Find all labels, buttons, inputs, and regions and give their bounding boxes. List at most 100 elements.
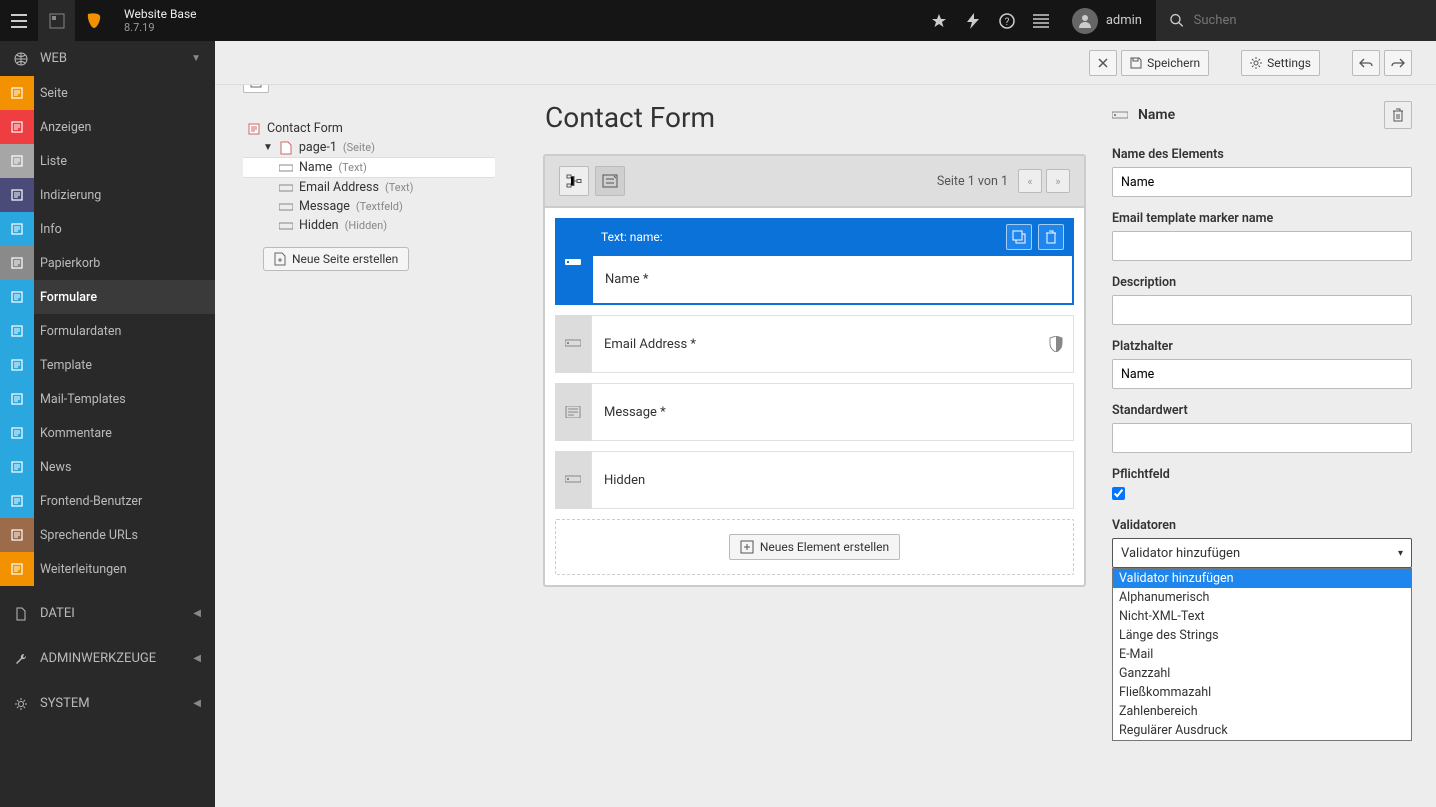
svg-text:?: ?: [1004, 17, 1009, 28]
validator-option[interactable]: Zahlenbereich: [1113, 702, 1411, 721]
tree-item-label: Hidden: [299, 218, 339, 233]
sidebar-item[interactable]: Mail-Templates: [0, 382, 215, 416]
module-icon: [0, 110, 34, 144]
pager-prev-button[interactable]: «: [1018, 169, 1042, 193]
tree-item[interactable]: Email Address (Text): [243, 178, 495, 197]
sidebar: WEB ▼ Seite AnzeigenListeIndizierungInfoP…: [0, 41, 215, 807]
form-element[interactable]: Hidden: [555, 451, 1074, 509]
pager-next-button[interactable]: »: [1046, 169, 1070, 193]
section-label: SYSTEM: [40, 696, 90, 711]
undo-icon: [1359, 58, 1373, 68]
insert-icon: [1012, 230, 1026, 244]
sidebar-item[interactable]: Anzeigen: [0, 110, 215, 144]
sidebar-section-web[interactable]: WEB ▼: [0, 41, 215, 76]
tree-item[interactable]: Name (Text): [243, 157, 495, 178]
validator-option[interactable]: Validator hinzufügen: [1113, 569, 1411, 588]
sidebar-section-system[interactable]: SYSTEM ◀: [0, 686, 215, 721]
validator-select[interactable]: Validator hinzufügen ▾ Validator hinzufü…: [1112, 538, 1412, 568]
chevron-left-icon: «: [1027, 175, 1032, 188]
drag-handle[interactable]: [555, 218, 591, 305]
validator-option[interactable]: Ganzzahl: [1113, 664, 1411, 683]
sidebar-item-label: Mail-Templates: [34, 392, 126, 407]
sidebar-item[interactable]: Kommentare: [0, 416, 215, 450]
tree-item-type: (Text): [385, 181, 414, 194]
search-box[interactable]: [1156, 0, 1436, 41]
cache-button[interactable]: [956, 0, 990, 41]
drag-handle[interactable]: [555, 383, 591, 441]
validator-option[interactable]: Fließkommazahl: [1113, 683, 1411, 702]
validator-option[interactable]: Länge des Strings: [1113, 626, 1411, 645]
new-after-button[interactable]: [1006, 224, 1032, 250]
form-element[interactable]: Email Address *: [555, 315, 1074, 373]
form-element[interactable]: Message *: [555, 383, 1074, 441]
placeholder-input[interactable]: [1112, 359, 1412, 389]
delete-element-button[interactable]: [1038, 224, 1064, 250]
app-button[interactable]: [1024, 0, 1058, 41]
user-menu[interactable]: admin: [1058, 8, 1156, 34]
default-input[interactable]: [1112, 423, 1412, 453]
validator-option[interactable]: Regulärer Ausdruck: [1113, 721, 1411, 740]
element-name-input[interactable]: [1112, 167, 1412, 197]
marker-input[interactable]: [1112, 231, 1412, 261]
search-input[interactable]: [1194, 13, 1422, 28]
user-label: admin: [1106, 13, 1142, 28]
tree-item[interactable]: Hidden (Hidden): [243, 216, 495, 235]
new-page-button[interactable]: Neue Seite erstellen: [263, 247, 409, 271]
sidebar-item[interactable]: News: [0, 450, 215, 484]
close-icon: [1098, 58, 1108, 68]
tree-page-label: page-1: [299, 140, 337, 155]
menu-toggle-button[interactable]: [0, 0, 38, 41]
text-field-icon: [1112, 110, 1128, 120]
brand-logo[interactable]: [75, 0, 112, 41]
element-name-label: Name des Elements: [1112, 147, 1412, 162]
form-element-selected[interactable]: Text: name:: [555, 218, 1074, 305]
inspector-delete-button[interactable]: [1384, 101, 1412, 129]
list-icon: [1033, 14, 1049, 28]
description-input[interactable]: [1112, 295, 1412, 325]
validator-option[interactable]: Alphanumerisch: [1113, 588, 1411, 607]
collapse-icon[interactable]: ▼: [263, 142, 273, 153]
tree-pane: Contact Form ▼ page-1 (Seite) Name (Text…: [215, 41, 495, 807]
stage-header: Seite 1 von 1 « »: [543, 154, 1086, 208]
save-button[interactable]: Speichern: [1121, 50, 1209, 76]
sidebar-item[interactable]: Frontend-Benutzer: [0, 484, 215, 518]
drag-handle[interactable]: [555, 451, 591, 509]
validator-option[interactable]: E-Mail: [1113, 645, 1411, 664]
new-element-button[interactable]: Neues Element erstellen: [729, 534, 900, 560]
sidebar-item[interactable]: Template: [0, 348, 215, 382]
validator-option[interactable]: Nicht-XML-Text: [1113, 607, 1411, 626]
toolbar: Speichern Settings: [215, 41, 1436, 85]
redo-button[interactable]: [1384, 50, 1412, 76]
required-checkbox[interactable]: [1112, 487, 1125, 500]
settings-button[interactable]: Settings: [1241, 50, 1320, 76]
bookmarks-button[interactable]: [922, 0, 956, 41]
sidebar-item-label: Seite: [34, 86, 68, 101]
tree-item[interactable]: Message (Textfeld): [243, 197, 495, 216]
sidebar-item[interactable]: Sprechende URLs: [0, 518, 215, 552]
sidebar-item[interactable]: Seite: [0, 76, 215, 110]
search-icon: [1170, 13, 1184, 28]
tree-root[interactable]: Contact Form: [243, 119, 495, 138]
sidebar-section-admin[interactable]: ADMINWERKZEUGE ◀: [0, 641, 215, 676]
sidebar-item[interactable]: Papierkorb: [0, 246, 215, 280]
abstract-view-button[interactable]: [595, 166, 625, 196]
context-icon[interactable]: [38, 0, 75, 41]
stage-body: Text: name:: [543, 208, 1086, 587]
sidebar-item[interactable]: Info: [0, 212, 215, 246]
sidebar-item[interactable]: Formulare: [0, 280, 215, 314]
close-button[interactable]: [1089, 50, 1117, 76]
sidebar-item[interactable]: Formulardaten: [0, 314, 215, 348]
sidebar-item[interactable]: Indizierung: [0, 178, 215, 212]
undo-button[interactable]: [1352, 50, 1380, 76]
tree-view-button[interactable]: [559, 166, 589, 196]
sidebar-section-file[interactable]: DATEI ◀: [0, 596, 215, 631]
tree-page[interactable]: ▼ page-1 (Seite): [243, 138, 495, 157]
drag-handle[interactable]: [555, 315, 591, 373]
star-icon: [931, 13, 947, 29]
tree-item-type: (Textfeld): [356, 200, 403, 213]
abstract-view-icon: [602, 174, 618, 188]
help-button[interactable]: ?: [990, 0, 1024, 41]
sidebar-item[interactable]: Liste: [0, 144, 215, 178]
sidebar-item[interactable]: Weiterleitungen: [0, 552, 215, 586]
bolt-icon: [967, 13, 979, 29]
